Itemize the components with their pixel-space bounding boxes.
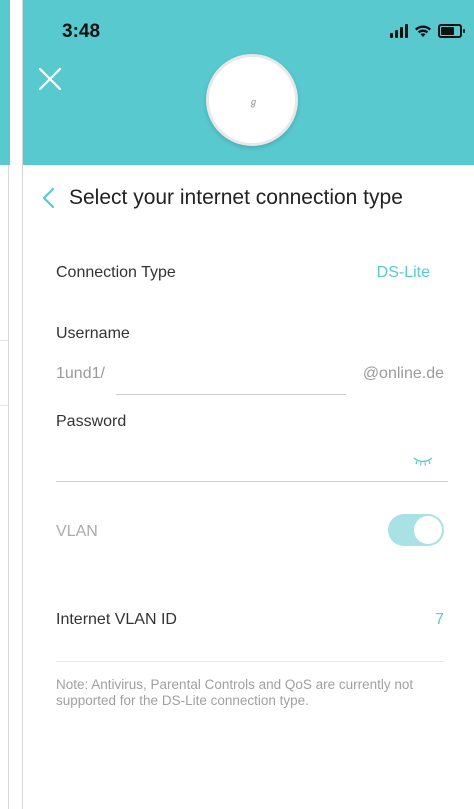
- signal-icon: [390, 24, 408, 38]
- toggle-knob: [414, 516, 442, 544]
- previous-screen-divider: [0, 340, 8, 341]
- internet-vlan-id-label: Internet VLAN ID: [56, 611, 177, 628]
- device-image: ℊ: [206, 54, 298, 146]
- password-input[interactable]: [56, 445, 448, 482]
- username-input[interactable]: [116, 358, 346, 395]
- password-label: Password: [56, 413, 127, 430]
- status-icons: [390, 24, 465, 38]
- vlan-label: VLAN: [56, 523, 98, 540]
- back-chevron-icon[interactable]: [41, 187, 55, 209]
- page-title: Select your internet connection type: [69, 186, 403, 209]
- vlan-toggle[interactable]: [388, 514, 444, 546]
- username-prefix: 1und1/: [56, 365, 105, 382]
- close-icon[interactable]: [37, 66, 63, 92]
- note-text: Note: Antivirus, Parental Controls and Q…: [56, 677, 414, 708]
- previous-screen-header: [0, 0, 10, 165]
- wifi-icon: [415, 25, 431, 37]
- status-time: 3:48: [62, 21, 101, 42]
- connection-type-value[interactable]: DS-Lite: [377, 264, 430, 282]
- username-suffix: @online.de: [362, 365, 444, 382]
- divider: [56, 661, 444, 662]
- device-logo-icon: ℊ: [249, 97, 259, 107]
- phone-screen: 3:48 ℊ Select your internet connection t…: [23, 0, 474, 809]
- previous-screen-edge: [0, 0, 10, 809]
- previous-screen-border: [8, 165, 9, 809]
- battery-icon: [438, 24, 465, 38]
- previous-screen-divider: [0, 405, 8, 406]
- internet-vlan-id-value[interactable]: 7: [435, 611, 444, 629]
- connection-type-label: Connection Type: [56, 264, 176, 281]
- username-label: Username: [56, 325, 130, 342]
- header: 3:48 ℊ: [23, 0, 474, 165]
- page-title-row: Select your internet connection type: [41, 186, 403, 210]
- eye-closed-icon[interactable]: [412, 456, 434, 466]
